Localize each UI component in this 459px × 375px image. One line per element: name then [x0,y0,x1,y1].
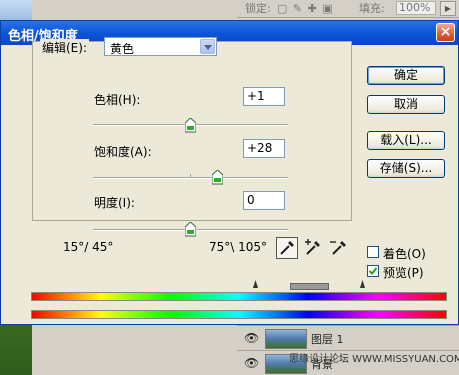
eye-icon[interactable]: 👁 [244,331,259,345]
saturation-slider-thumb[interactable] [212,170,224,185]
edit-range-value: 黄色 [110,42,135,56]
color-range-bar[interactable] [290,283,329,290]
watermark: 思缘设计论坛 WWW.MISSYUAN.COM [289,354,459,365]
lock-icons[interactable]: ▢ ✎ ✚ ▣ [277,1,334,16]
fill-label: 填充: [359,2,385,15]
saturation-label: 饱和度(A): [94,145,152,159]
preview-box[interactable] [367,265,379,277]
save-button[interactable]: 存储(S)... [367,159,445,178]
layer-name: 图层 1 [311,333,344,346]
preview-label: 预览(P) [383,266,424,280]
chevron-down-icon[interactable] [200,39,215,54]
hue-input[interactable]: +1 [243,87,285,106]
eyedropper-add-button[interactable] [302,237,324,259]
range-falloff-right-marker[interactable] [360,280,365,288]
edit-label: 编辑(E): [40,39,89,56]
input-color-spectrum [31,292,447,301]
fill-dropdown-arrow-icon[interactable]: ▶ [440,1,456,16]
hue-label: 色相(H): [94,93,141,107]
load-button[interactable]: 载入(L)... [367,131,445,150]
eyedropper-plus-icon [305,239,320,255]
lightness-slider-thumb[interactable] [185,222,196,237]
lightness-input[interactable]: 0 [243,191,285,210]
fill-input[interactable]: 100% [396,1,436,15]
track-center-tick [190,174,191,177]
colorize-label: 着色(O) [383,247,426,261]
eyedropper-subtract-button[interactable] [328,237,350,259]
close-button[interactable]: × [436,23,455,42]
colorize-box[interactable] [367,246,379,258]
layer-row[interactable]: 👁 图层 1 [237,325,459,350]
range-angle-left: 15°/ 45° [63,240,114,254]
lock-label: 锁定: [245,2,271,15]
eyedropper-minus-icon [330,241,346,255]
ok-button[interactable]: 确定 [367,66,445,85]
lightness-label: 明度(I): [94,196,135,210]
range-angle-right: 75°\ 105° [209,240,268,254]
checkmark-icon [368,267,378,275]
output-color-spectrum [31,310,447,319]
layer-thumbnail [265,329,307,349]
hue-slider-thumb[interactable] [185,118,196,133]
eye-icon[interactable]: 👁 [244,356,259,370]
range-falloff-left-marker[interactable] [253,280,258,288]
eyedropper-button[interactable] [276,237,298,259]
layer-lock-bar: 锁定: ▢ ✎ ✚ ▣ 填充: 100% ▶ [237,0,459,18]
saturation-input[interactable]: +28 [243,139,285,158]
edit-range-select[interactable]: 黄色 [104,37,217,56]
saturation-slider-track[interactable] [93,174,288,179]
cancel-button[interactable]: 取消 [367,95,445,114]
eyedropper-icon [280,241,294,255]
